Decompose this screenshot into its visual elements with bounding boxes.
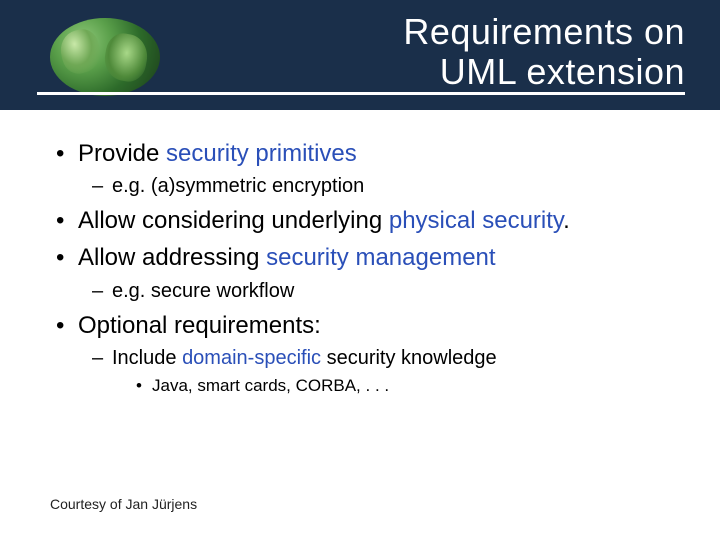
sub-text: security knowledge	[321, 347, 497, 369]
sub-sub-list: Java, smart cards, CORBA, . . .	[112, 375, 700, 397]
sub-list: Include domain-specific security knowled…	[78, 345, 700, 397]
slide-body: Provide security primitives e.g. (a)symm…	[0, 110, 720, 397]
title-line-2: UML extension	[440, 51, 685, 92]
bullet-item: Allow considering underlying physical se…	[50, 205, 700, 236]
title-underline	[37, 92, 685, 95]
sub-list: e.g. secure workflow	[78, 278, 700, 304]
bullet-item: Provide security primitives e.g. (a)symm…	[50, 138, 700, 199]
slide-title: Requirements on UML extension	[403, 12, 685, 91]
bullet-link: security primitives	[166, 140, 357, 167]
sub-list: e.g. (a)symmetric encryption	[78, 173, 700, 199]
title-line-1: Requirements on	[403, 11, 685, 52]
sub-item: e.g. secure workflow	[78, 278, 700, 304]
sub-text: Include	[112, 347, 182, 369]
bullet-list: Provide security primitives e.g. (a)symm…	[50, 138, 700, 397]
bullet-text: Optional requirements:	[78, 312, 321, 339]
slide-header: Requirements on UML extension	[0, 0, 720, 110]
sub-item: Include domain-specific security knowled…	[78, 345, 700, 397]
sub-link: domain-specific	[182, 347, 321, 369]
bullet-text: Provide	[78, 140, 166, 167]
bullet-link: security management	[266, 244, 495, 271]
logo-image	[50, 18, 160, 96]
bullet-text: Allow considering underlying	[78, 207, 389, 234]
bullet-item: Optional requirements: Include domain-sp…	[50, 310, 700, 397]
bullet-text: .	[563, 207, 570, 234]
bullet-link: physical security	[389, 207, 563, 234]
sub-sub-item: Java, smart cards, CORBA, . . .	[112, 375, 700, 397]
bullet-item: Allow addressing security management e.g…	[50, 242, 700, 303]
footer-credit: Courtesy of Jan Jürjens	[50, 496, 197, 512]
bullet-text: Allow addressing	[78, 244, 266, 271]
sub-item: e.g. (a)symmetric encryption	[78, 173, 700, 199]
